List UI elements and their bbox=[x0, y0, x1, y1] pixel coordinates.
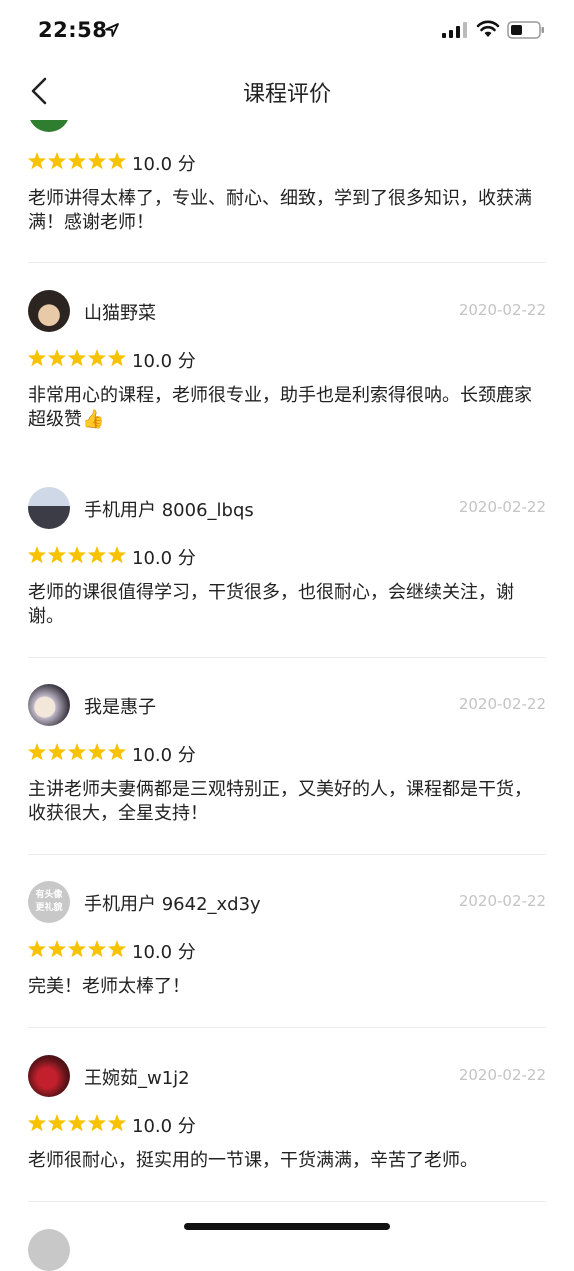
star-rating-icon bbox=[28, 940, 126, 958]
status-bar: 22:58 bbox=[0, 0, 574, 62]
review-date: 2020-02-22 bbox=[458, 498, 546, 516]
star-rating-icon bbox=[28, 546, 126, 564]
star-rating-icon bbox=[28, 349, 126, 367]
star-icon bbox=[47, 1114, 67, 1132]
star-icon bbox=[107, 546, 126, 564]
star-icon bbox=[87, 940, 107, 958]
user-name[interactable]: 手机用户 9642_xd3y bbox=[84, 890, 261, 916]
review-date: 2020-02-22 bbox=[458, 1066, 546, 1084]
review-header: 我是惠子 2020-02-22 bbox=[28, 684, 546, 726]
wifi-icon bbox=[476, 20, 500, 37]
star-icon bbox=[28, 152, 47, 170]
star-rating-icon bbox=[28, 743, 126, 761]
rating-score: 10.0 分 bbox=[132, 548, 196, 569]
rating-score: 10.0 分 bbox=[132, 942, 196, 963]
user-name[interactable]: 王婉茹_w1j2 bbox=[84, 1064, 190, 1090]
star-icon bbox=[67, 546, 87, 564]
review-date: 2020-02-22 bbox=[458, 695, 546, 713]
star-icon bbox=[107, 743, 126, 761]
avatar[interactable] bbox=[28, 684, 70, 726]
user-name[interactable]: 手机用户 8006_lbqs bbox=[84, 496, 254, 522]
star-icon bbox=[87, 546, 107, 564]
star-icon bbox=[87, 349, 107, 367]
avatar[interactable] bbox=[28, 1055, 70, 1097]
review-header: 有头像更礼貌 手机用户 9642_xd3y 2020-02-22 bbox=[28, 881, 546, 923]
nav-bar: 课程评价 bbox=[0, 62, 574, 120]
review-item: 有头像更礼貌 手机用户 9642_xd3y 2020-02-22 10.0 分 … bbox=[28, 881, 546, 1028]
review-item: 手机用户 8006_lbqs 2020-02-22 10.0 分 老师的课很值得… bbox=[28, 487, 546, 658]
review-content: 主讲老师夫妻俩都是三观特别正，又美好的人，课程都是干货，收获很大，全星支持！ bbox=[28, 779, 532, 824]
battery-icon bbox=[507, 21, 544, 39]
star-icon bbox=[47, 743, 67, 761]
rating-score: 10.0 分 bbox=[132, 745, 196, 766]
home-indicator[interactable] bbox=[184, 1223, 390, 1230]
user-name[interactable]: 我是惠子 bbox=[84, 693, 156, 719]
star-icon bbox=[47, 152, 67, 170]
review-content: 完美！老师太棒了！ bbox=[28, 976, 190, 997]
star-icon bbox=[107, 1114, 126, 1132]
review-content: 老师的课很值得学习，干货很多，也很耐心，会继续关注，谢谢。 bbox=[28, 582, 514, 627]
user-name[interactable]: 山猫野菜 bbox=[84, 299, 156, 325]
star-icon bbox=[47, 546, 67, 564]
review-header: 王婉茹_w1j2 2020-02-22 bbox=[28, 1055, 546, 1097]
star-icon bbox=[87, 1114, 107, 1132]
status-time: 22:58 bbox=[38, 18, 108, 42]
review-header: 山猫野菜 2020-02-22 bbox=[28, 290, 546, 332]
avatar[interactable] bbox=[28, 290, 70, 332]
signal-icon bbox=[442, 22, 467, 38]
rating-score: 10.0 分 bbox=[132, 154, 196, 175]
star-icon bbox=[28, 940, 47, 958]
avatar-text: 有头像更礼貌 bbox=[35, 890, 63, 913]
review-content: 非常用心的课程，老师很专业，助手也是利索得很呐。长颈鹿家超级赞👍 bbox=[28, 385, 532, 430]
review-header: 手机用户 8006_lbqs 2020-02-22 bbox=[28, 487, 546, 529]
location-arrow-icon bbox=[105, 23, 119, 37]
avatar[interactable]: 有头像更礼貌 bbox=[28, 881, 70, 923]
review-item: 我是惠子 2020-02-22 10.0 分 主讲老师夫妻俩都是三观特别正，又美… bbox=[28, 684, 546, 855]
avatar[interactable] bbox=[28, 487, 70, 529]
star-icon bbox=[107, 152, 126, 170]
star-icon bbox=[67, 152, 87, 170]
review-date: 2020-02-22 bbox=[458, 301, 546, 319]
star-icon bbox=[67, 743, 87, 761]
star-icon bbox=[87, 743, 107, 761]
review-item: 山猫野菜 2020-02-22 10.0 分 非常用心的课程，老师很专业，助手也… bbox=[28, 290, 546, 460]
star-icon bbox=[107, 349, 126, 367]
star-icon bbox=[87, 152, 107, 170]
star-icon bbox=[107, 940, 126, 958]
star-rating-icon bbox=[28, 1114, 126, 1132]
review-date: 2020-02-22 bbox=[458, 892, 546, 910]
star-icon bbox=[67, 349, 87, 367]
star-icon bbox=[67, 1114, 87, 1132]
review-item: 王婉茹_w1j2 2020-02-22 10.0 分 老师很耐心，挺实用的一节课… bbox=[28, 1055, 546, 1202]
rating-score: 10.0 分 bbox=[132, 351, 196, 372]
page-title: 课程评价 bbox=[242, 82, 331, 107]
star-icon bbox=[28, 743, 47, 761]
avatar[interactable] bbox=[28, 1229, 70, 1271]
review-content: 老师讲得太棒了，专业、耐心、细致，学到了很多知识，收获满满！感谢老师！ bbox=[28, 188, 532, 233]
rating-score: 10.0 分 bbox=[132, 1116, 196, 1137]
star-icon bbox=[28, 1114, 47, 1132]
star-icon bbox=[28, 546, 47, 564]
review-content: 老师很耐心，挺实用的一节课，干货满满，辛苦了老师。 bbox=[28, 1150, 478, 1171]
star-icon bbox=[28, 349, 47, 367]
star-icon bbox=[47, 940, 67, 958]
star-icon bbox=[67, 940, 87, 958]
star-rating-icon bbox=[28, 152, 126, 170]
star-icon bbox=[47, 349, 67, 367]
